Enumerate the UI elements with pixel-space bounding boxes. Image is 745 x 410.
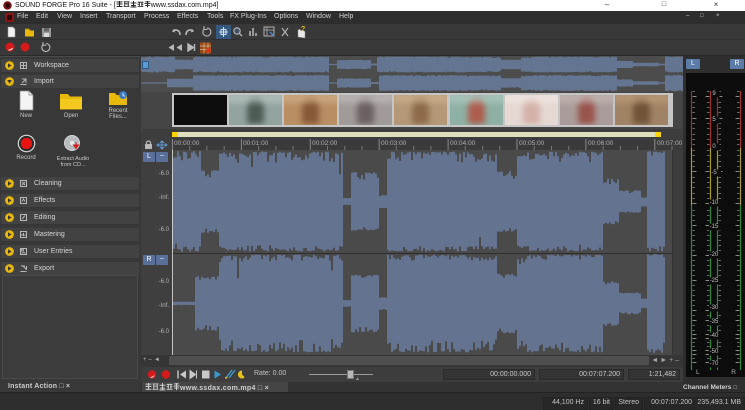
svg-text:?: ? (301, 26, 305, 33)
